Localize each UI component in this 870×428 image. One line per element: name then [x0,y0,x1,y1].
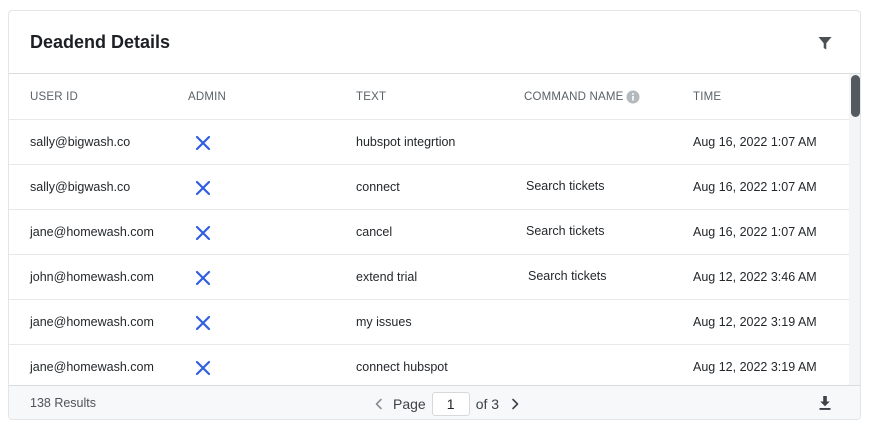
table-row[interactable]: sally@bigwash.co hubspot integrtion Aug … [9,120,849,165]
close-icon [195,225,211,241]
cell-time: Aug 12, 2022 3:19 AM [693,360,817,374]
cell-command-name: Search tickets [526,224,605,238]
cell-time: Aug 12, 2022 3:46 AM [693,270,817,284]
table-row[interactable]: jane@homewash.com connect hubspot Aug 12… [9,345,849,385]
next-page-button[interactable] [507,396,523,412]
column-header-time[interactable]: TIME [693,91,721,103]
cell-text: cancel [356,225,393,239]
cell-user-id: sally@bigwash.co [30,180,131,194]
cell-time: Aug 12, 2022 3:19 AM [693,315,817,329]
filter-button[interactable] [815,33,835,53]
download-icon [819,396,831,410]
table-footer: 138 Results Page of 3 [9,385,860,419]
deadend-table: USER ID ADMIN TEXT COMMAND NAME TIME sal… [9,74,849,385]
cell-time: Aug 16, 2022 1:07 AM [693,180,817,194]
close-icon [195,270,211,286]
download-button[interactable] [815,393,835,413]
cell-time: Aug 16, 2022 1:07 AM [693,135,817,149]
results-count: 138 Results [30,396,97,410]
cell-time: Aug 16, 2022 1:07 AM [693,225,817,239]
column-header-text[interactable]: TEXT [356,91,386,103]
table-scrollbar[interactable] [849,74,860,385]
chevron-left-icon [375,398,382,410]
previous-page-button[interactable] [371,396,387,412]
cell-text: my issues [356,315,412,329]
close-icon [195,180,211,196]
column-header-user-id[interactable]: USER ID [30,91,78,103]
cell-text: extend trial [356,270,418,284]
cell-text: connect [356,180,400,194]
cell-command-name: Search tickets [526,179,605,193]
page-number-input[interactable] [431,392,470,416]
pagination: Page of 3 [371,390,523,418]
cell-user-id: john@homewash.com [30,270,154,284]
scrollbar-thumb[interactable] [851,75,860,117]
cell-user-id: jane@homewash.com [30,225,154,239]
cell-text: connect hubspot [356,360,448,374]
page-total-label: of 3 [475,396,500,412]
deadend-details-card: Deadend Details USER ID ADMIN TEXT COMMA… [8,10,861,420]
cell-text: hubspot integrtion [356,135,456,149]
cell-user-id: sally@bigwash.co [30,135,131,149]
close-icon [195,135,211,151]
page-label: Page [393,396,426,412]
table-row[interactable]: jane@homewash.com cancel Search tickets … [9,210,849,255]
card-title: Deadend Details [30,32,171,52]
filter-icon [818,36,832,49]
close-icon [195,360,211,376]
table-header-row: USER ID ADMIN TEXT COMMAND NAME TIME [9,74,849,120]
info-icon[interactable] [626,90,640,104]
cell-command-name: Search tickets [528,269,607,283]
column-header-command-name[interactable]: COMMAND NAME [524,91,624,103]
column-header-admin[interactable]: ADMIN [188,91,226,103]
close-icon [195,315,211,331]
table-row[interactable]: jane@homewash.com my issues Aug 12, 2022… [9,300,849,345]
cell-user-id: jane@homewash.com [30,315,154,329]
table-row[interactable]: sally@bigwash.co connect Search tickets … [9,165,849,210]
table-row[interactable]: john@homewash.com extend trial Search ti… [9,255,849,300]
chevron-right-icon [512,398,519,410]
card-header: Deadend Details [9,11,860,74]
cell-user-id: jane@homewash.com [30,360,154,374]
